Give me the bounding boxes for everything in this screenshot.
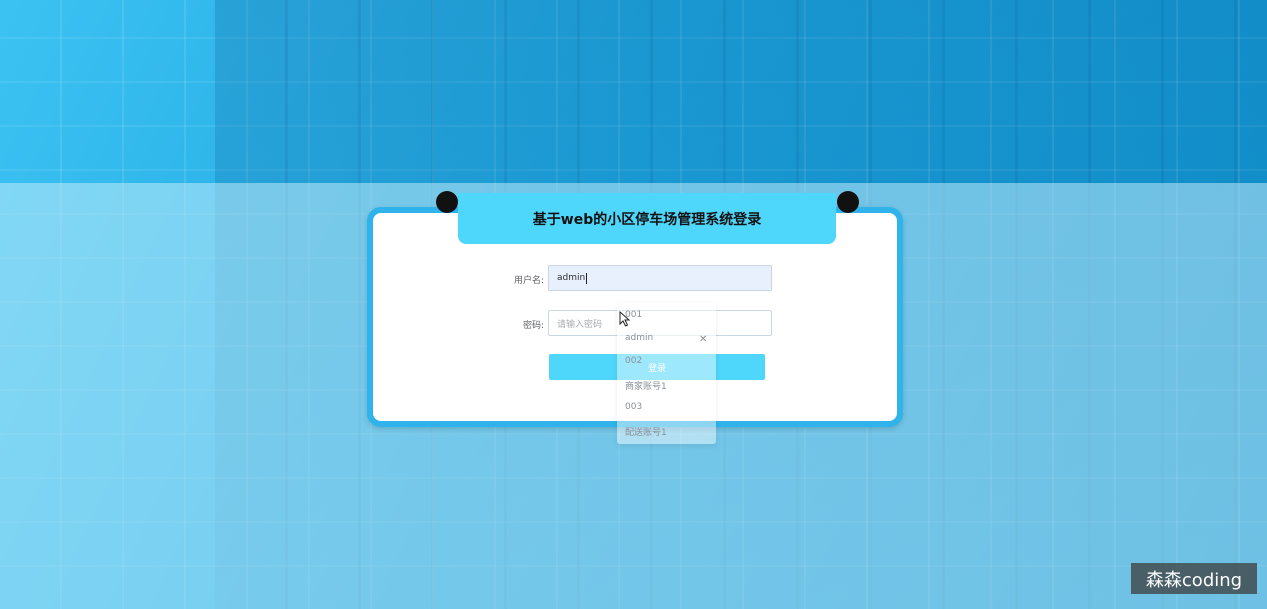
autocomplete-item[interactable]: 商家账号1 — [625, 379, 667, 392]
username-value: admin — [557, 273, 586, 283]
card-pin-left — [436, 191, 458, 213]
password-placeholder: 请输入密码 — [557, 319, 603, 330]
autocomplete-item[interactable]: 配送账号1 — [625, 425, 667, 438]
password-label: 密码: — [522, 321, 544, 331]
autocomplete-item[interactable]: 003 — [625, 402, 642, 412]
page-title: 基于web的小区停车场管理系统登录 — [458, 193, 836, 244]
autocomplete-dropdown: 001 admin ✕ 002 商家账号1 003 配送账号1 — [617, 303, 716, 444]
username-input[interactable]: admin — [548, 265, 772, 291]
mouse-cursor-icon — [619, 311, 631, 327]
autocomplete-item[interactable]: admin — [625, 333, 653, 343]
card-pin-right — [837, 191, 859, 213]
autocomplete-item[interactable]: 002 — [625, 356, 642, 366]
remove-entry-icon[interactable]: ✕ — [699, 334, 707, 345]
text-caret — [586, 272, 588, 284]
username-label: 用户名: — [513, 276, 544, 286]
watermark: 森森coding — [1131, 563, 1257, 594]
